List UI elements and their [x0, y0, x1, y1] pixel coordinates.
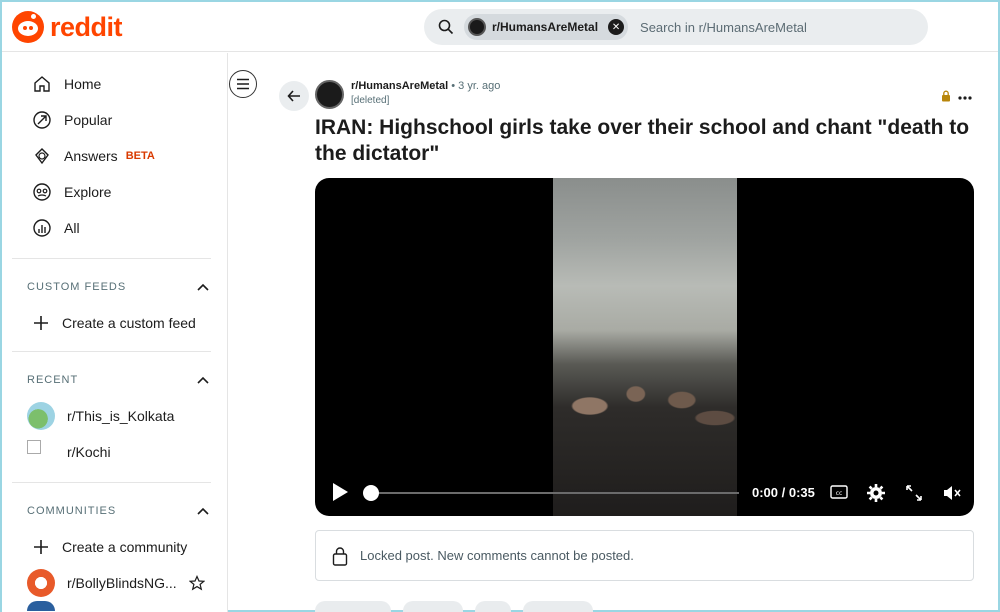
- search-input[interactable]: Search in r/HumansAreMetal: [640, 20, 807, 35]
- lock-icon: [942, 90, 950, 102]
- search-icon: [428, 19, 464, 35]
- sidebar-item-home[interactable]: Home: [2, 66, 227, 102]
- gear-icon[interactable]: [866, 483, 886, 503]
- community-avatar: [27, 601, 55, 611]
- recent-item-label: r/This_is_Kolkata: [67, 408, 175, 424]
- lock-icon: [332, 546, 348, 566]
- locked-notice: Locked post. New comments cannot be post…: [315, 530, 974, 581]
- beta-badge: BETA: [125, 150, 155, 162]
- post-meta: r/HumansAreMetal • 3 yr. ago [deleted]: [351, 80, 500, 106]
- subreddit-link[interactable]: r/HumansAreMetal: [351, 80, 448, 92]
- post-actions: [315, 601, 593, 612]
- svg-text:cc: cc: [836, 490, 843, 497]
- home-icon: [34, 76, 50, 92]
- share-button[interactable]: [523, 601, 593, 612]
- video-controls: 0:00 / 0:35 cc: [315, 470, 974, 516]
- subreddit-avatar-icon: [468, 18, 486, 36]
- sidebar-item-label: Explore: [64, 184, 112, 200]
- create-custom-feed-label: Create a custom feed: [62, 315, 196, 331]
- sidebar-item-label: Home: [64, 76, 102, 92]
- section-title: COMMUNITIES: [27, 505, 117, 517]
- popular-icon: [33, 111, 51, 129]
- top-bar: reddit r/HumansAreMetal ✕ Search in r/Hu…: [2, 2, 998, 52]
- custom-feeds-header[interactable]: CUSTOM FEEDS: [2, 269, 227, 305]
- chevron-up-icon: [197, 507, 209, 515]
- recent-item-label: r/Kochi: [67, 444, 111, 460]
- video-player[interactable]: 0:00 / 0:35 cc: [315, 178, 974, 516]
- vote-button[interactable]: [315, 601, 391, 612]
- section-title: RECENT: [27, 374, 79, 386]
- plus-icon: [34, 540, 48, 554]
- close-icon[interactable]: ✕: [608, 19, 625, 35]
- reddit-snoo-icon: [12, 11, 44, 43]
- fullscreen-icon[interactable]: [905, 484, 923, 502]
- plus-icon: [34, 316, 48, 330]
- search-bar[interactable]: r/HumansAreMetal ✕ Search in r/HumansAre…: [424, 9, 928, 45]
- progress-handle[interactable]: [363, 485, 379, 501]
- create-custom-feed-button[interactable]: Create a custom feed: [2, 305, 227, 341]
- search-scope-label: r/HumansAreMetal: [492, 20, 599, 34]
- create-community-label: Create a community: [62, 539, 188, 555]
- left-sidebar: Home Popular Answers BETA Explore All CU…: [2, 53, 228, 612]
- arrow-left-icon: [287, 90, 300, 102]
- all-icon: [33, 219, 51, 237]
- recent-header[interactable]: RECENT: [2, 362, 227, 398]
- sidebar-item-all[interactable]: All: [2, 210, 227, 246]
- recent-item[interactable]: r/Kochi: [2, 434, 227, 470]
- mute-icon[interactable]: [942, 483, 962, 503]
- post-title: IRAN: Highschool girls take over their s…: [315, 116, 970, 165]
- recent-item[interactable]: r/This_is_Kolkata: [2, 398, 227, 434]
- answers-icon: [35, 148, 49, 165]
- reddit-logo[interactable]: reddit: [12, 11, 123, 43]
- captions-icon[interactable]: cc: [830, 484, 848, 500]
- sidebar-item-popular[interactable]: Popular: [2, 102, 227, 138]
- time-readout: 0:00 / 0:35: [752, 485, 815, 500]
- back-button[interactable]: [279, 81, 309, 111]
- award-button[interactable]: [475, 601, 511, 612]
- community-item-label: r/BollyBlindsNG...: [67, 575, 177, 591]
- star-icon[interactable]: [188, 575, 205, 591]
- community-avatar: [27, 569, 55, 597]
- chevron-up-icon: [197, 283, 209, 291]
- post-age: • 3 yr. ago: [451, 80, 501, 92]
- progress-bar[interactable]: [369, 492, 739, 494]
- post-view: r/HumansAreMetal • 3 yr. ago [deleted] I…: [244, 53, 998, 612]
- comments-button[interactable]: [403, 601, 463, 612]
- locked-notice-text: Locked post. New comments cannot be post…: [360, 548, 634, 563]
- logo-wordmark: reddit: [50, 11, 123, 42]
- post-author: [deleted]: [351, 95, 390, 106]
- section-title: CUSTOM FEEDS: [27, 281, 127, 293]
- community-avatar: [27, 402, 55, 430]
- community-item[interactable]: r/BollyBlindsNG...: [2, 565, 227, 601]
- subreddit-avatar-icon[interactable]: [315, 80, 344, 109]
- search-scope-chip[interactable]: r/HumansAreMetal ✕: [464, 14, 629, 40]
- chevron-up-icon: [197, 376, 209, 384]
- sidebar-item-answers[interactable]: Answers BETA: [2, 138, 227, 174]
- more-options-button[interactable]: [958, 87, 972, 105]
- explore-icon: [33, 183, 51, 201]
- video-frame: [553, 178, 737, 516]
- sidebar-item-label: All: [64, 220, 80, 236]
- broken-image-icon: [27, 440, 41, 454]
- communities-header[interactable]: COMMUNITIES: [2, 493, 227, 529]
- play-icon[interactable]: [331, 482, 349, 502]
- sidebar-item-label: Popular: [64, 112, 113, 128]
- sidebar-item-explore[interactable]: Explore: [2, 174, 227, 210]
- create-community-button[interactable]: Create a community: [2, 529, 227, 565]
- ellipsis-icon: [958, 96, 972, 100]
- sidebar-item-label: Answers: [64, 148, 118, 164]
